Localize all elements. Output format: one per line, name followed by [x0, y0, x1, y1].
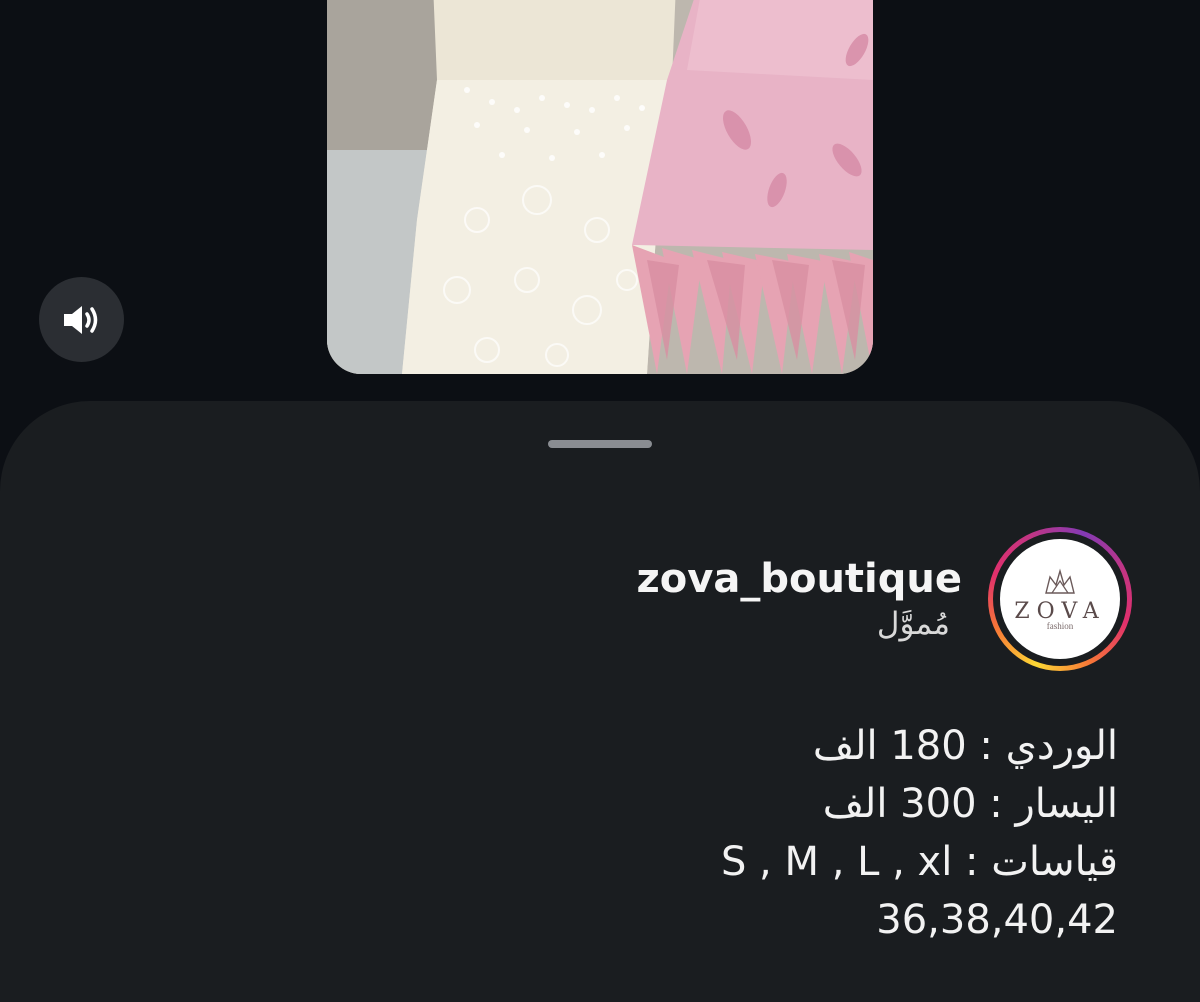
sponsored-label: مُموَّل — [876, 606, 950, 642]
dresses-image — [327, 0, 873, 374]
screen: ZOVA fashion zova_boutique مُموَّل الورد… — [0, 0, 1200, 1002]
caption-line-left-price: اليسار : 300 الف — [822, 781, 1118, 827]
video-preview[interactable] — [327, 0, 873, 374]
author-text: zova_boutique مُموَّل — [637, 554, 963, 644]
comments-sheet: ZOVA fashion zova_boutique مُموَّل الورد… — [0, 401, 1200, 1002]
sound-toggle-button[interactable] — [39, 277, 124, 362]
logo-subtext: fashion — [1046, 621, 1074, 631]
caption-line-pink-price: الوردي : 180 الف — [812, 723, 1118, 769]
avatar[interactable]: ZOVA fashion — [988, 527, 1132, 671]
avatar-logo: ZOVA fashion — [1000, 539, 1120, 659]
speaker-on-icon — [63, 305, 97, 334]
caption-line-size-numbers: 36,38,40,42 — [876, 897, 1118, 943]
username[interactable]: zova_boutique — [637, 554, 963, 604]
caption-line-sizes: قياسات : S , M , L , xl — [720, 839, 1118, 885]
post-author: ZOVA fashion zova_boutique مُموَّل — [637, 527, 1132, 671]
post-caption: الوردي : 180 الف اليسار : 300 الف قياسات… — [418, 717, 1118, 949]
avatar-gap: ZOVA fashion — [993, 532, 1127, 666]
crown-logo-icon — [1045, 568, 1075, 594]
drag-handle[interactable] — [548, 440, 652, 448]
